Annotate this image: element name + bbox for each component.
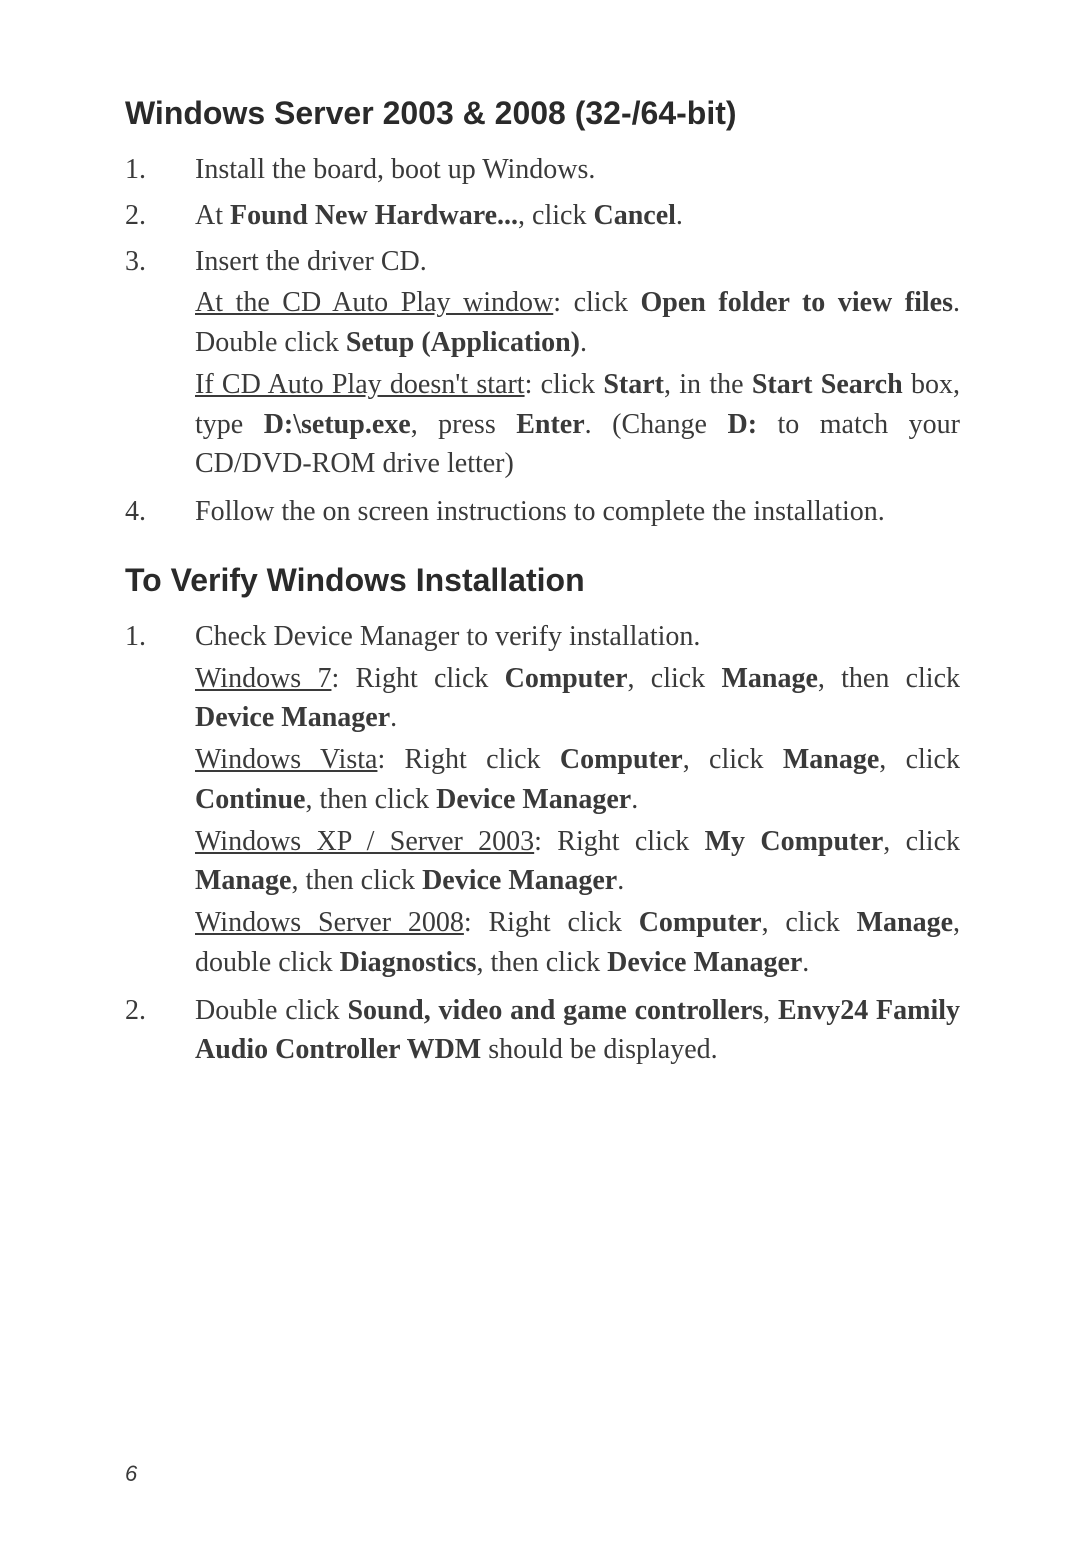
bold-text: Diagnostics [340, 947, 477, 978]
text: . [802, 947, 809, 978]
text: , then click [818, 663, 960, 694]
text: , click [628, 663, 722, 694]
item-content: Double click Sound, video and game contr… [195, 991, 960, 1071]
bold-text: Cancel [593, 200, 675, 231]
bold-text: Manage [783, 744, 879, 775]
item-number: 2. [125, 196, 195, 236]
list-item: 2. Double click Sound, video and game co… [125, 991, 960, 1071]
paragraph: Check Device Manager to verify installat… [195, 617, 960, 657]
item-number: 2. [125, 991, 195, 1071]
paragraph: At the CD Auto Play window: click Open f… [195, 283, 960, 363]
paragraph: If CD Auto Play doesn't start: click Sta… [195, 365, 960, 484]
text: : Right click [331, 663, 504, 694]
install-steps-list: 1. Install the board, boot up Windows. 2… [125, 150, 960, 532]
paragraph: Windows Vista: Right click Computer, cli… [195, 740, 960, 820]
text: . [580, 327, 587, 358]
list-item: 1. Check Device Manager to verify instal… [125, 617, 960, 985]
section-heading-2: To Verify Windows Installation [125, 562, 960, 599]
item-content: Check Device Manager to verify installat… [195, 617, 960, 985]
bold-text: D: [727, 409, 757, 440]
text: : click [553, 287, 640, 318]
bold-text: Device Manager [195, 702, 390, 733]
list-item: 4. Follow the on screen instructions to … [125, 492, 960, 532]
item-number: 4. [125, 492, 195, 532]
item-content: Follow the on screen instructions to com… [195, 492, 960, 532]
bold-text: Manage [857, 907, 953, 938]
text: . [617, 865, 624, 896]
item-number: 1. [125, 150, 195, 190]
page-number: 6 [125, 1461, 137, 1487]
text: . [631, 784, 638, 815]
text: . [676, 200, 683, 231]
bold-text: Continue [195, 784, 305, 815]
text: , click [518, 200, 593, 231]
text: . [390, 702, 397, 733]
text: Double click [195, 995, 347, 1026]
bold-text: Computer [560, 744, 683, 775]
bold-text: Start [603, 369, 664, 400]
bold-text: Device Manager [436, 784, 631, 815]
text: : click [525, 369, 604, 400]
section-heading-1: Windows Server 2003 & 2008 (32-/64-bit) [125, 95, 960, 132]
text: , click [683, 744, 783, 775]
verify-steps-list: 1. Check Device Manager to verify instal… [125, 617, 960, 1070]
paragraph: Windows XP / Server 2003: Right click My… [195, 822, 960, 902]
text: , press [411, 409, 517, 440]
text: , then click [305, 784, 436, 815]
paragraph: Insert the driver CD. [195, 242, 960, 282]
list-item: 2. At Found New Hardware..., click Cance… [125, 196, 960, 236]
text: , click [879, 744, 960, 775]
underlined-text: If CD Auto Play doesn't start [195, 369, 525, 400]
text: should be displayed. [481, 1034, 717, 1065]
text: : Right click [377, 744, 559, 775]
list-item: 3. Insert the driver CD. At the CD Auto … [125, 242, 960, 487]
text: : Right click [464, 907, 639, 938]
text: , then click [477, 947, 608, 978]
list-item: 1. Install the board, boot up Windows. [125, 150, 960, 190]
bold-text: Device Manager [607, 947, 802, 978]
bold-text: Computer [505, 663, 628, 694]
text: , in the [664, 369, 752, 400]
underlined-text: Windows Vista [195, 744, 377, 775]
text: : Right click [534, 826, 704, 857]
bold-text: Sound, video and game controllers [347, 995, 763, 1026]
text: , click [762, 907, 857, 938]
text: , click [883, 826, 960, 857]
underlined-text: Windows XP / Server 2003 [195, 826, 534, 857]
paragraph: Windows 7: Right click Computer, click M… [195, 659, 960, 739]
text: , [763, 995, 778, 1026]
bold-text: Open folder to view files [641, 287, 953, 318]
text: . (Change [585, 409, 728, 440]
paragraph: Windows Server 2008: Right click Compute… [195, 903, 960, 983]
item-content: At Found New Hardware..., click Cancel. [195, 196, 960, 236]
text: At [195, 200, 230, 231]
bold-text: Setup (Application) [346, 327, 580, 358]
underlined-text: Windows Server 2008 [195, 907, 464, 938]
item-number: 3. [125, 242, 195, 487]
bold-text: Device Manager [422, 865, 617, 896]
bold-text: Enter [516, 409, 584, 440]
item-content: Install the board, boot up Windows. [195, 150, 960, 190]
underlined-text: At the CD Auto Play window [195, 287, 553, 318]
bold-text: My Computer [705, 826, 884, 857]
item-content: Insert the driver CD. At the CD Auto Pla… [195, 242, 960, 487]
bold-text: Manage [721, 663, 817, 694]
bold-text: D:\setup.exe [264, 409, 411, 440]
bold-text: Computer [639, 907, 762, 938]
bold-text: Manage [195, 865, 291, 896]
bold-text: Start Search [752, 369, 903, 400]
bold-text: Found New Hardware... [230, 200, 518, 231]
underlined-text: Windows 7 [195, 663, 331, 694]
item-number: 1. [125, 617, 195, 985]
text: , then click [291, 865, 422, 896]
